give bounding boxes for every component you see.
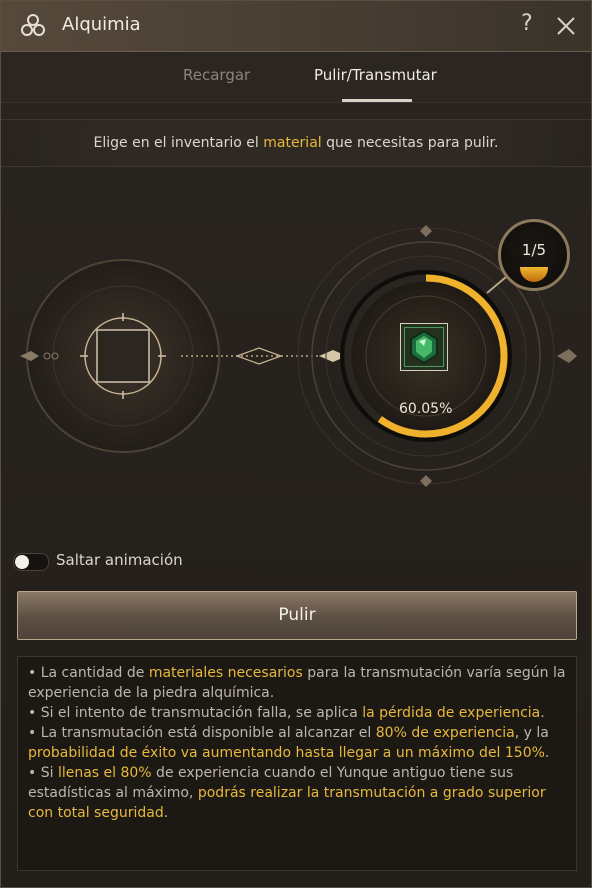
info-highlight: la pérdida de experiencia <box>362 705 541 721</box>
info-bullet: • Si el intento de transmutación falla, … <box>28 703 566 723</box>
info-highlight: llenas el 80% <box>57 765 152 781</box>
info-text: • La cantidad de <box>28 665 149 681</box>
info-text: , y la <box>514 725 549 741</box>
info-text: • Si <box>28 765 58 781</box>
slot-frame <box>404 327 444 367</box>
counter-flame-icon <box>520 267 548 282</box>
info-text: • Si el intento de transmutación falla, … <box>28 705 363 721</box>
info-text: . <box>544 745 550 761</box>
skip-animation-label: Saltar animación <box>56 551 183 569</box>
empty-material-slot <box>96 329 150 383</box>
info-text: • La transmutación está disponible al al… <box>28 725 376 741</box>
info-highlight: probabilidad de éxito va aumentando hast… <box>28 745 545 761</box>
attempt-counter-text: 1/5 <box>521 241 547 259</box>
info-text: . <box>540 705 545 721</box>
skip-animation-toggle[interactable] <box>13 553 49 571</box>
info-highlight: 80% de experiencia <box>375 725 515 741</box>
info-bullet: • La cantidad de materiales necesarios p… <box>28 663 566 703</box>
info-panel: • La cantidad de materiales necesarios p… <box>17 656 577 871</box>
info-text: . <box>163 805 169 821</box>
experience-percent: 60.05% <box>399 401 453 417</box>
attempt-counter: 1/5 <box>498 219 570 291</box>
alchemy-window: Alquimia ? Recargar Pulir/Transmutar Eli… <box>0 0 592 888</box>
toggle-knob <box>15 555 29 569</box>
emerald-gem-icon <box>410 329 438 365</box>
info-bullet: • La transmutación está disponible al al… <box>28 723 566 763</box>
selected-material-slot[interactable] <box>400 323 448 371</box>
info-highlight: materiales necesarios <box>148 665 303 681</box>
info-bullet: • Si llenas el 80% de experiencia cuando… <box>28 763 566 823</box>
polish-button[interactable]: Pulir <box>17 591 577 640</box>
